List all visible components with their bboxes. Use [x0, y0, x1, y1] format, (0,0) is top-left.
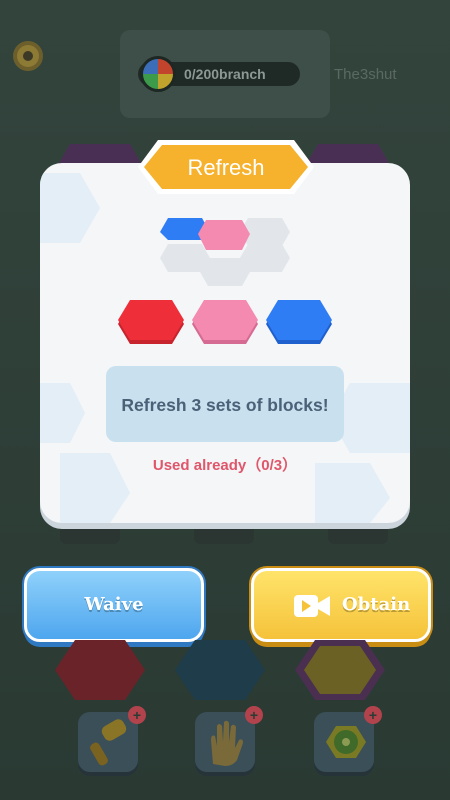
dialog-title: Refresh: [187, 155, 265, 180]
progress-area: 0/200branch: [120, 30, 330, 118]
ball-icon: [140, 56, 176, 92]
kiwi-icon: [326, 726, 366, 758]
refresh-preview-grid: [160, 218, 290, 286]
add-fruit-icon: +: [364, 706, 382, 724]
add-hammer-icon: +: [128, 706, 146, 724]
block-sets: [118, 300, 332, 344]
player-name: The3shut: [334, 66, 397, 83]
hammer-icon: [90, 719, 127, 766]
progress-text: 0/200branch: [184, 66, 266, 82]
hammer-tool[interactable]: +: [78, 706, 146, 772]
info-text: Refresh 3 sets of blocks!: [121, 395, 329, 415]
fruit-tool[interactable]: +: [314, 706, 382, 772]
hand-tool[interactable]: +: [195, 706, 263, 772]
add-hand-icon: +: [245, 706, 263, 724]
usage-counter: Used already（0/3）: [152, 457, 298, 474]
bottom-stacks: [55, 640, 385, 700]
gear-icon[interactable]: [10, 38, 46, 74]
hand-icon: [211, 720, 243, 766]
